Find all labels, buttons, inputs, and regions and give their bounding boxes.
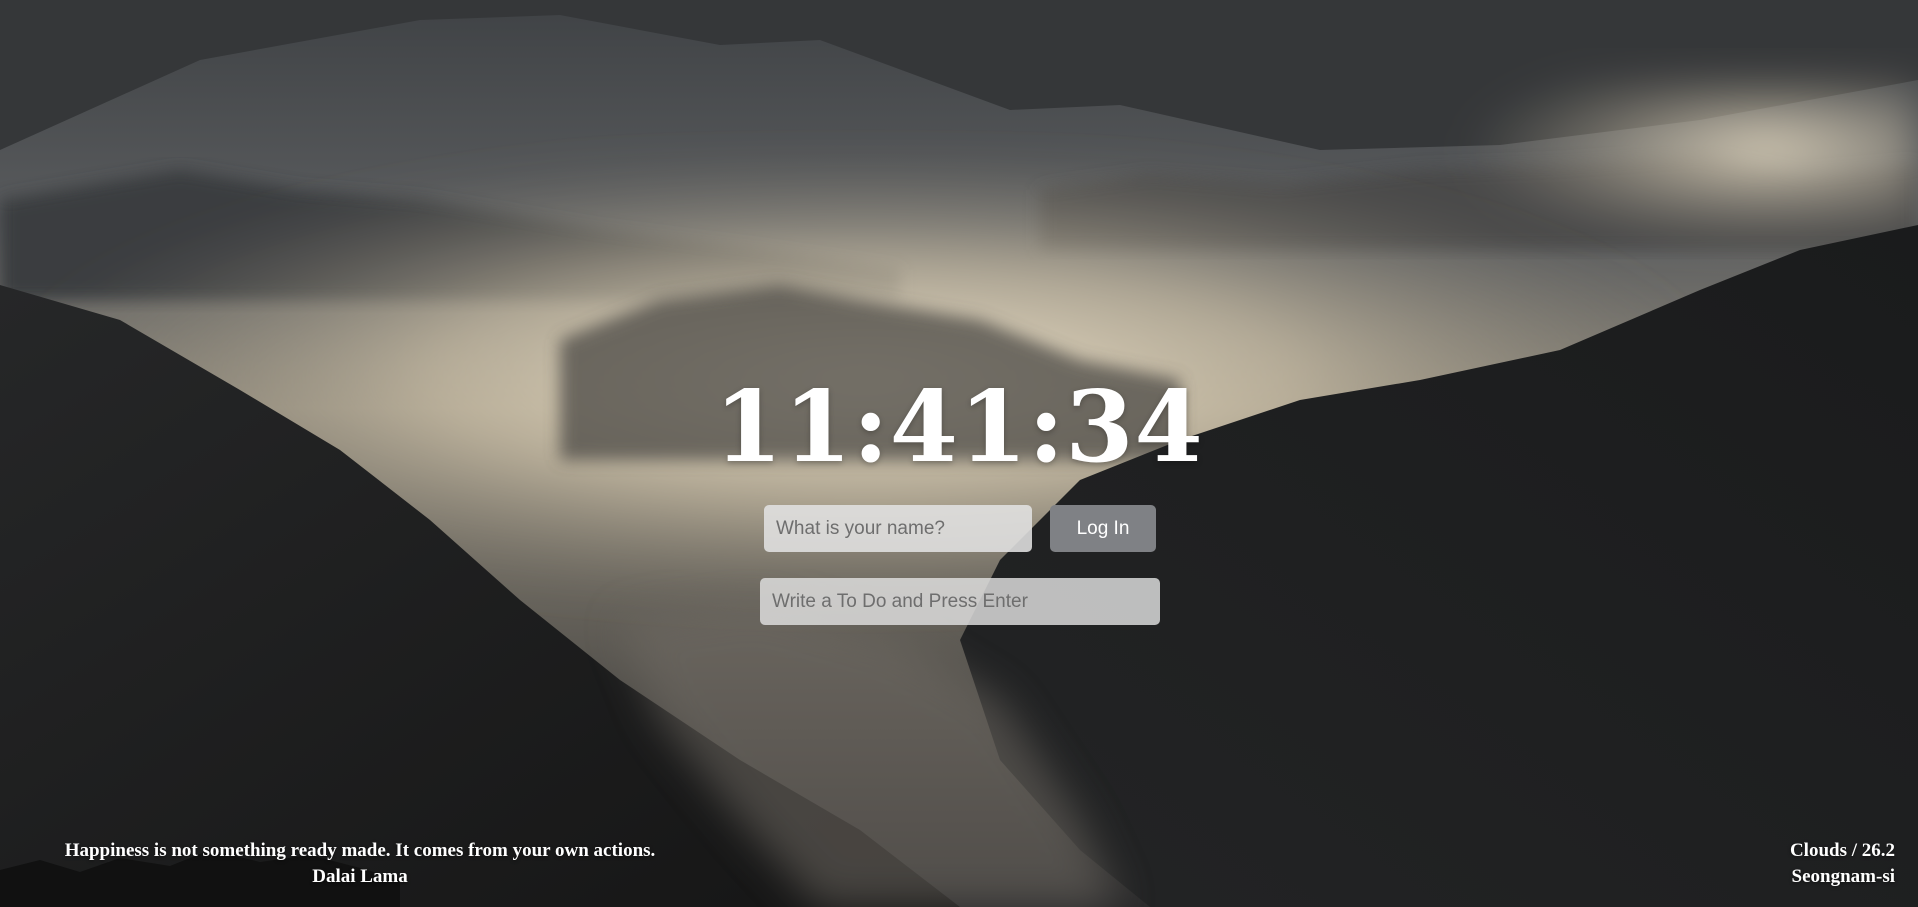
weather-city: Seongnam-si (1791, 866, 1895, 887)
quote-author: Dalai Lama (312, 866, 408, 887)
todo-input[interactable] (760, 578, 1160, 625)
login-form: Log In (764, 505, 1156, 552)
quote-block: Happiness is not something ready made. I… (20, 838, 700, 890)
weather-block: Clouds / 26.2 Seongnam-si (1790, 838, 1895, 890)
todo-form (760, 578, 1160, 625)
quote-text: Happiness is not something ready made. I… (64, 840, 656, 861)
name-input[interactable] (764, 505, 1032, 552)
app-screen: 11:41:34 Log In Happiness is not somethi… (0, 0, 1918, 907)
login-button[interactable]: Log In (1050, 505, 1156, 552)
weather-condition-temp: Clouds / 26.2 (1789, 840, 1895, 861)
clock-display: 11:41:34 (714, 370, 1204, 485)
